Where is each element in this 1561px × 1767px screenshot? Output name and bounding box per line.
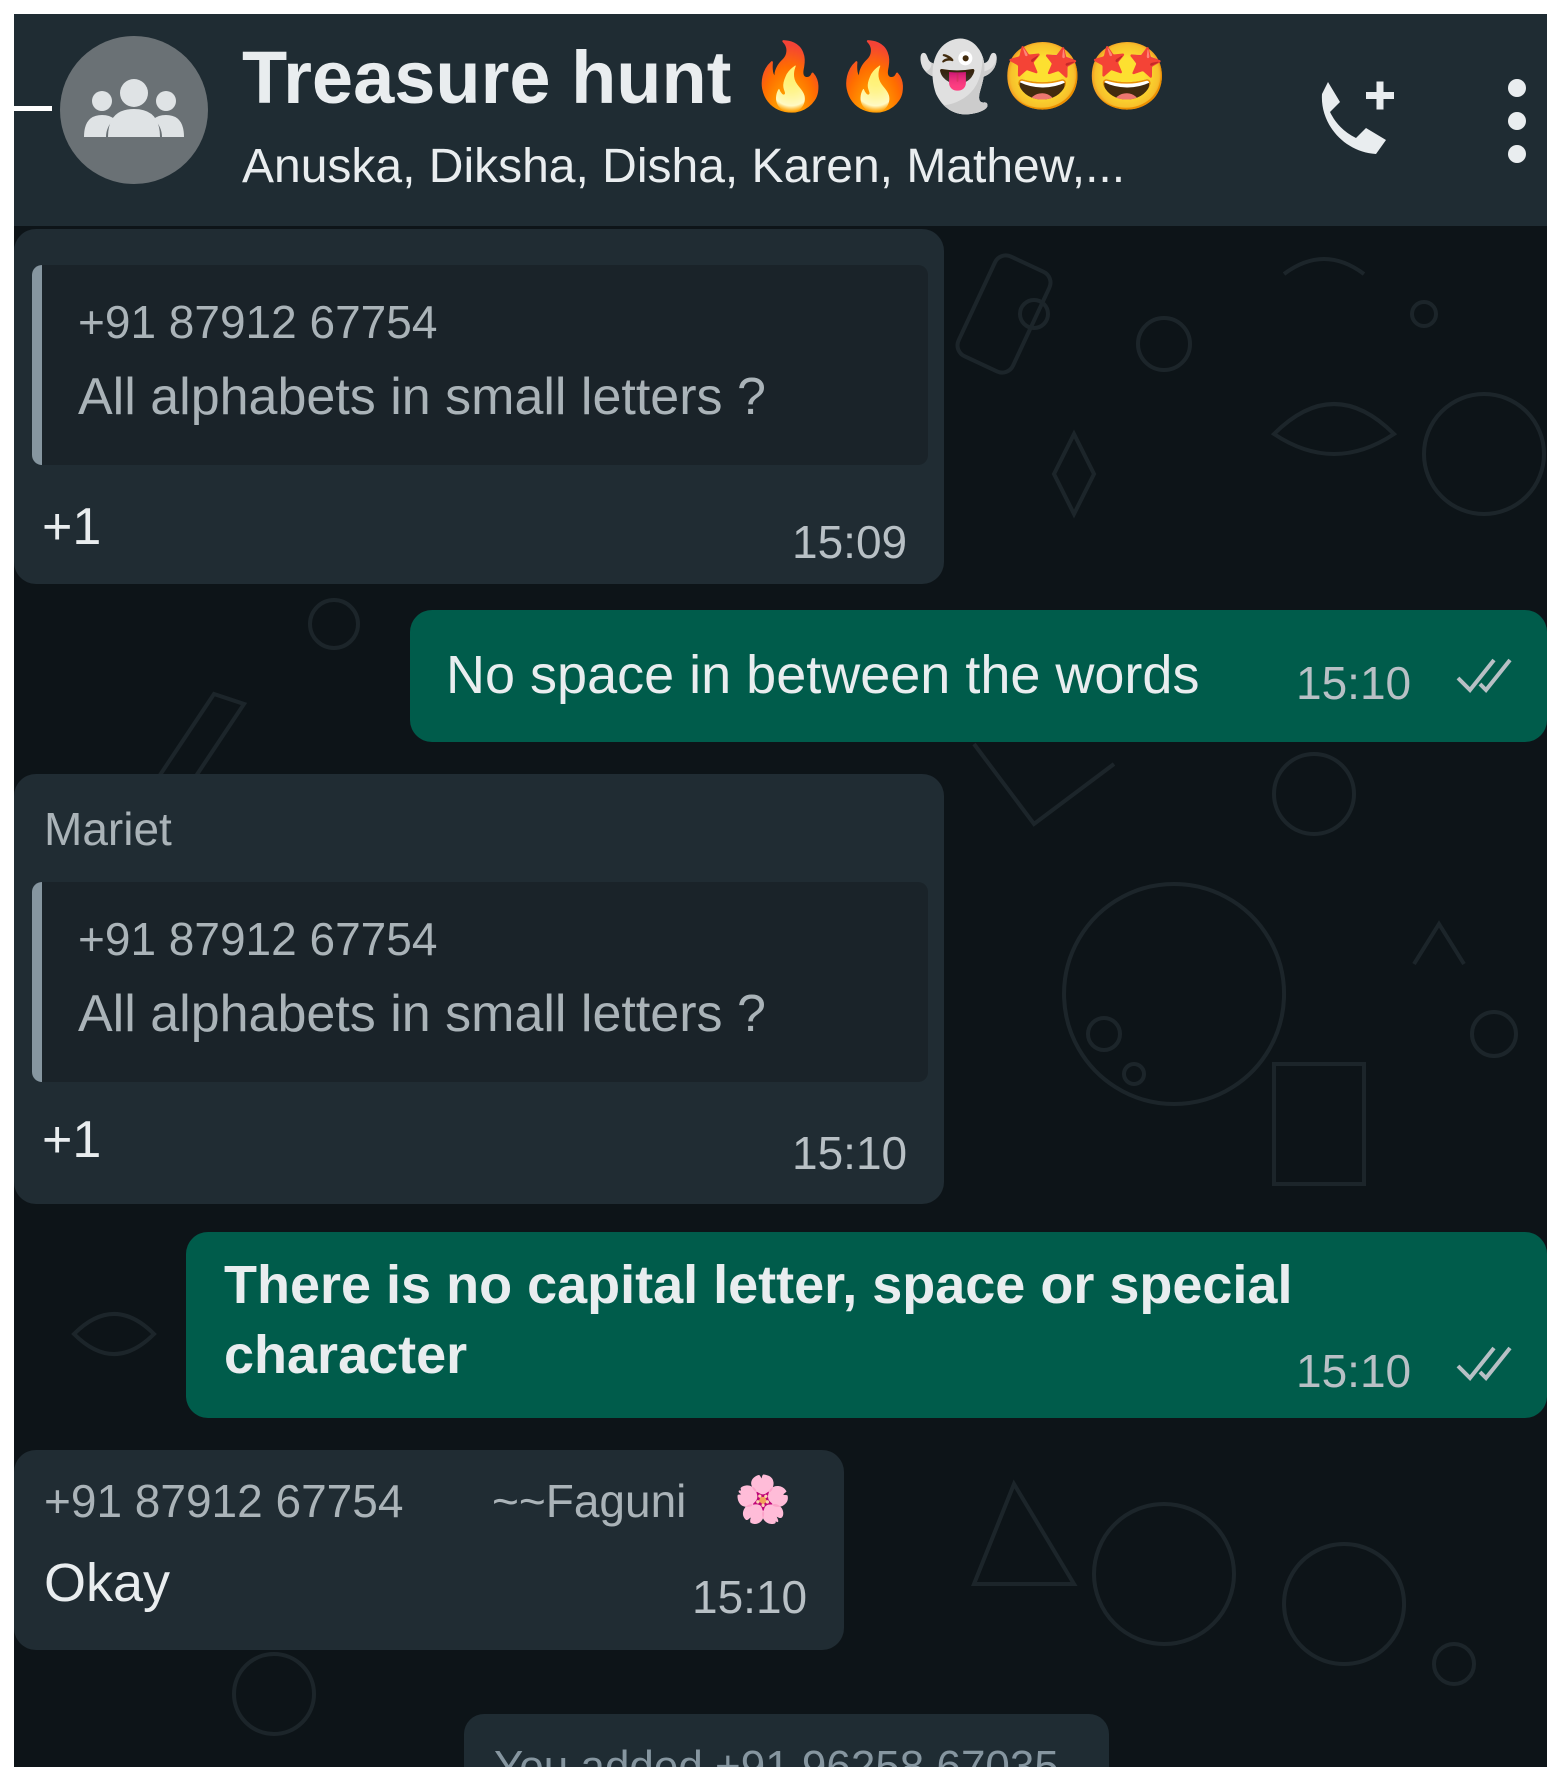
more-options-icon[interactable] [1502, 76, 1532, 166]
chat-screen: Treasure hunt 🔥🔥👻🤩🤩 Anuska, Diksha, Dish… [14, 14, 1547, 1767]
message-time: 15:10 [1296, 657, 1412, 709]
read-ticks-icon [1456, 658, 1512, 693]
sender-number[interactable]: +91 87912 67754 [44, 1474, 403, 1528]
system-message-text: You added +91 96258 67035 [494, 1742, 1059, 1767]
quote-bar [32, 882, 42, 1082]
outgoing-message[interactable]: No space in between the words 15:10 [410, 610, 1547, 742]
chat-header: Treasure hunt 🔥🔥👻🤩🤩 Anuska, Diksha, Dish… [14, 14, 1547, 226]
quote-text: All alphabets in small letters ? [78, 985, 766, 1043]
message-time: 15:10 [1296, 1345, 1412, 1397]
message-text-line-1: There is no capital letter, space or spe… [224, 1255, 1293, 1315]
sender-emoji: 🌸 [734, 1473, 792, 1525]
participants-list[interactable]: Anuska, Diksha, Disha, Karen, Mathew,... [242, 139, 1125, 194]
quoted-message[interactable]: +91 87912 67754 All alphabets in small l… [32, 882, 928, 1082]
incoming-message[interactable]: +91 87912 67754 ~~Faguni 🌸 Okay 15:10 [14, 1450, 844, 1650]
sender-name[interactable]: ~~Faguni [492, 1474, 686, 1528]
incoming-message[interactable]: Mariet +91 87912 67754 All alphabets in … [14, 774, 944, 1204]
outgoing-message[interactable]: There is no capital letter, space or spe… [186, 1232, 1547, 1418]
sender-name[interactable]: Mariet [44, 802, 172, 856]
message-text-line-2: character [224, 1325, 468, 1385]
reaction-count: +1 [42, 498, 102, 556]
message-text: Okay [44, 1553, 171, 1613]
group-avatar[interactable] [60, 36, 208, 184]
quote-author: +91 87912 67754 [78, 913, 438, 965]
title-emoji: 🔥🔥👻🤩🤩 [749, 39, 1171, 113]
chat-title[interactable]: Treasure hunt [242, 35, 731, 120]
quote-bar [32, 265, 42, 465]
message-time: 15:10 [792, 1127, 908, 1179]
message-time: 15:10 [692, 1571, 808, 1623]
quote-author: +91 87912 67754 [78, 296, 438, 348]
system-message: You added +91 96258 67035 [464, 1714, 1109, 1767]
message-time: 15:09 [792, 516, 908, 568]
quote-text: All alphabets in small letters ? [78, 368, 766, 426]
read-ticks-icon [1456, 1346, 1512, 1381]
quoted-message[interactable]: +91 87912 67754 All alphabets in small l… [32, 265, 928, 465]
group-icon [84, 79, 184, 137]
message-text: No space in between the words [446, 645, 1200, 705]
chat-title-row[interactable]: Treasure hunt 🔥🔥👻🤩🤩 [242, 32, 1170, 122]
reaction-count: +1 [42, 1111, 102, 1169]
add-call-icon[interactable] [1304, 72, 1404, 172]
back-arrow-icon[interactable] [14, 106, 52, 111]
incoming-message[interactable]: +91 87912 67754 All alphabets in small l… [14, 229, 944, 584]
